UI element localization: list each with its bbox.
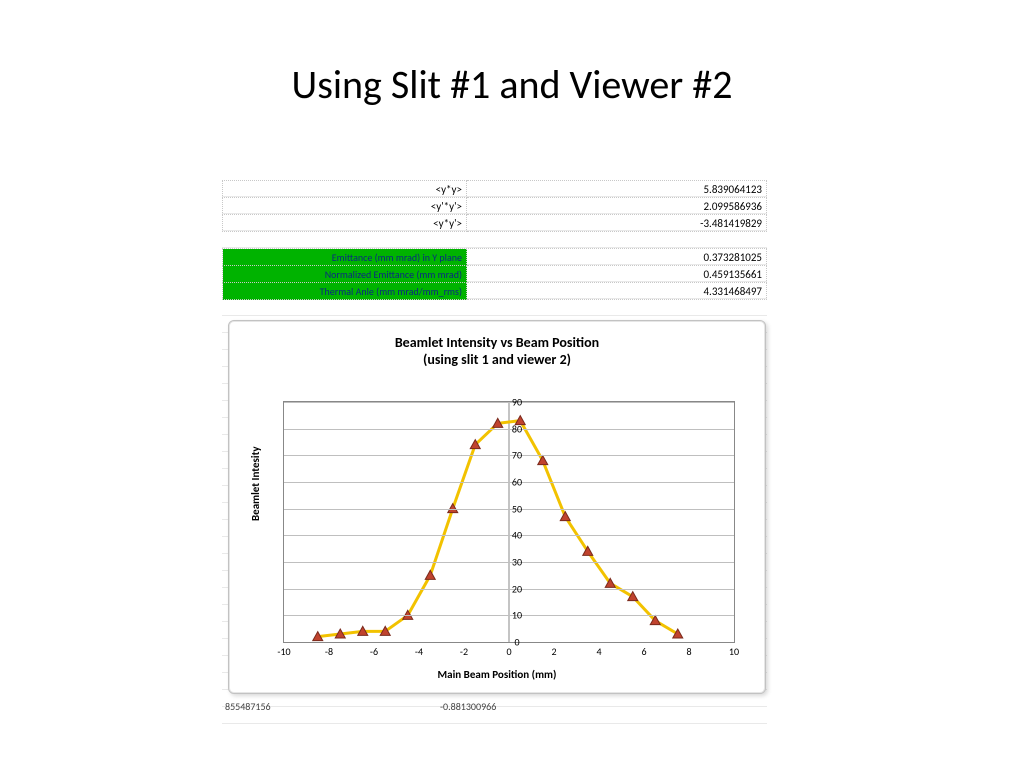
x-tick-label: 0: [506, 645, 511, 658]
x-tick-label: 4: [596, 645, 601, 658]
row-value: 4.331468497: [467, 283, 767, 300]
results-table: <y*y> 5.839064123 <y'*y'> 2.099586936 <y…: [222, 180, 767, 300]
y-tick-label: 40: [502, 529, 532, 542]
row-label: <y'*y'>: [223, 198, 467, 215]
y-tick-label: 50: [502, 502, 532, 515]
row-label: Normalized Emittance (mm mrad): [223, 266, 467, 283]
y-tick-label: 80: [502, 422, 532, 435]
plot-area: 0102030405060708090-10-8-6-4-20246810: [283, 401, 735, 643]
x-tick-label: 10: [729, 645, 739, 658]
data-marker-icon: [425, 570, 435, 579]
data-marker-icon: [560, 512, 570, 521]
x-tick-label: -6: [370, 645, 378, 658]
page-title: Using Slit #1 and Viewer #2: [0, 60, 1024, 109]
row-label: Thermal Anle (mm mrad/mm_rms): [223, 283, 467, 300]
chart-series: [284, 402, 734, 642]
y-tick-label: 10: [502, 609, 532, 622]
y-tick-label: 90: [502, 396, 532, 409]
x-tick-label: 2: [551, 645, 556, 658]
y-tick-label: 30: [502, 556, 532, 569]
y-axis-title: Beamlet Intesity: [249, 446, 262, 521]
chart-title-line2: (using slit 1 and viewer 2): [423, 351, 571, 368]
y-tick-label: 70: [502, 449, 532, 462]
row-label: Emittance (mm mrad) in Y plane: [223, 249, 467, 266]
row-value: 2.099586936: [467, 198, 767, 215]
x-tick-label: 8: [686, 645, 691, 658]
chart-title: Beamlet Intensity vs Beam Position (usin…: [229, 335, 765, 369]
stray-number: -0.881300966: [440, 700, 496, 713]
y-tick-label: 60: [502, 476, 532, 489]
row-label: <y*y'>: [223, 215, 467, 232]
chart-panel: Beamlet Intensity vs Beam Position (usin…: [228, 320, 766, 694]
spacer-row: [223, 232, 767, 249]
chart-title-line1: Beamlet Intensity vs Beam Position: [395, 334, 599, 351]
row-value: -3.481419829: [467, 215, 767, 232]
row-value: 5.839064123: [467, 181, 767, 198]
x-tick-label: -10: [277, 645, 290, 658]
row-label: <y*y>: [223, 181, 467, 198]
x-tick-label: -8: [325, 645, 333, 658]
x-tick-label: 6: [641, 645, 646, 658]
row-value: 0.459135661: [467, 266, 767, 283]
stray-number: 855487156: [225, 700, 271, 713]
y-tick-label: 20: [502, 582, 532, 595]
x-axis-title: Main Beam Position (mm): [229, 668, 765, 681]
x-tick-label: -2: [460, 645, 468, 658]
row-value: 0.373281025: [467, 249, 767, 266]
x-tick-label: -4: [415, 645, 423, 658]
